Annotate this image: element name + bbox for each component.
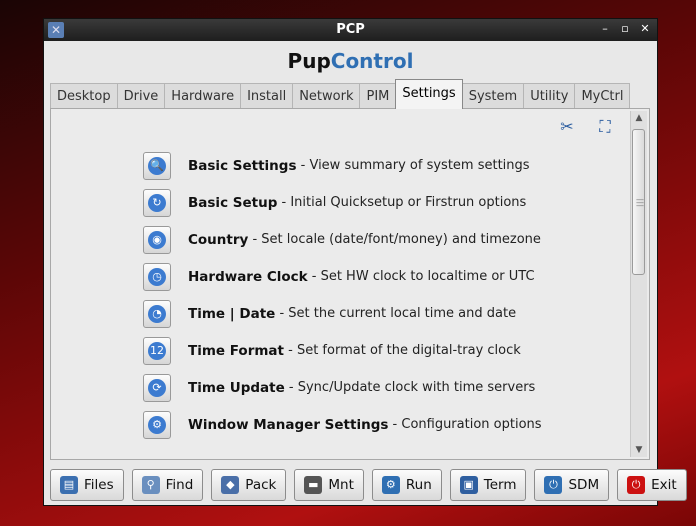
- scroll-thumb[interactable]: — — —: [632, 129, 645, 275]
- exit-button[interactable]: ⏻ Exit: [617, 469, 687, 501]
- window-title: PCP: [336, 22, 365, 37]
- button-label: Mnt: [328, 477, 354, 493]
- button-label: Files: [84, 477, 114, 493]
- list-item: ⚙ Window Manager Settings - Configuration…: [143, 406, 542, 443]
- terminal-icon: ▣: [459, 476, 478, 494]
- item-name: Basic Settings: [188, 157, 297, 174]
- item-button-time-date[interactable]: ◔: [143, 299, 171, 328]
- list-item: 12 Time Format - Set format of the digita…: [143, 332, 542, 369]
- list-item: ◷ Hardware Clock - Set HW clock to localt…: [143, 258, 542, 295]
- mount-icon: ▬: [304, 476, 323, 494]
- item-name: Hardware Clock: [188, 268, 308, 285]
- item-button-window-manager-settings[interactable]: ⚙: [143, 410, 171, 439]
- button-label: Exit: [651, 477, 677, 493]
- item-name: Basic Setup: [188, 194, 278, 211]
- item-button-basic-setup[interactable]: ↻: [143, 188, 171, 217]
- bottom-toolbar: ▤ Files ⚲ Find ◆ Pack ▬ Mnt ⚙ Run ▣ Term ⏻ SDM ⏻ Exit: [50, 469, 687, 501]
- item-name: Country: [188, 231, 249, 248]
- item-button-basic-settings[interactable]: 🔍: [143, 151, 171, 180]
- list-item: ◔ Time | Date - Set the current local tim…: [143, 295, 542, 332]
- button-label: Run: [405, 477, 432, 493]
- item-description: - Set the current local time and date: [275, 306, 517, 321]
- clock-icon: ◷: [148, 267, 166, 286]
- maximize-icon[interactable]: ▫: [619, 22, 631, 36]
- time-sync-icon: ⟳: [148, 378, 166, 397]
- scroll-up-icon[interactable]: ▲: [631, 111, 647, 125]
- files-button[interactable]: ▤ Files: [50, 469, 124, 501]
- tab-bar: Desktop Drive Hardware Install Network PIM Set…: [50, 79, 631, 109]
- pack-icon: ◆: [221, 476, 240, 494]
- item-button-time-format[interactable]: 12: [143, 336, 171, 365]
- list-item: 🔍 Basic Settings - View summary of system…: [143, 147, 542, 184]
- item-description: - Sync/Update clock with time servers: [284, 380, 536, 395]
- find-icon: ⚲: [141, 476, 160, 494]
- page-title: PupControl: [44, 49, 657, 77]
- brand-part2: Control: [330, 49, 414, 73]
- close-icon[interactable]: ✕: [639, 22, 651, 36]
- tab-network[interactable]: Network: [292, 83, 361, 109]
- list-item: ⟳ Time Update - Sync/Update clock with ti…: [143, 369, 542, 406]
- grip-icon: — — —: [636, 195, 644, 210]
- list-item: ◉ Country - Set locale (date/font/money) …: [143, 221, 542, 258]
- digital-12-icon: 12: [148, 341, 166, 360]
- window-gear-icon: ⚙: [148, 415, 166, 434]
- tab-settings[interactable]: Settings: [395, 79, 463, 109]
- button-label: Term: [483, 477, 517, 493]
- list-item: ↻ Basic Setup - Initial Quicksetup or Fir…: [143, 184, 542, 221]
- tab-hardware[interactable]: Hardware: [164, 83, 242, 109]
- item-description: - Set format of the digital-tray clock: [284, 343, 521, 358]
- term-button[interactable]: ▣ Term: [449, 469, 527, 501]
- tab-drive[interactable]: Drive: [116, 83, 166, 109]
- item-button-time-update[interactable]: ⟳: [143, 373, 171, 402]
- exit-icon: ⏻: [627, 476, 646, 494]
- tools-icon[interactable]: ✂: [557, 117, 577, 137]
- run-icon: ⚙: [381, 476, 400, 494]
- button-label: Pack: [245, 477, 277, 493]
- pack-button[interactable]: ◆ Pack: [211, 469, 287, 501]
- magnifier-icon: 🔍: [148, 156, 166, 175]
- item-description: - Initial Quicksetup or Firstrun options: [277, 195, 527, 210]
- item-button-country[interactable]: ◉: [143, 225, 171, 254]
- titlebar[interactable]: ✕ PCP – ▫ ✕: [44, 19, 657, 41]
- item-description: - Set locale (date/font/money) and timez…: [248, 232, 541, 247]
- item-button-hardware-clock[interactable]: ◷: [143, 262, 171, 291]
- sdm-button[interactable]: ⏻ SDM: [534, 469, 610, 501]
- tab-desktop[interactable]: Desktop: [50, 83, 118, 109]
- button-label: SDM: [568, 477, 600, 493]
- find-button[interactable]: ⚲ Find: [131, 469, 204, 501]
- brand-part1: Pup: [287, 49, 331, 73]
- fullscreen-icon[interactable]: ⛶: [595, 117, 615, 137]
- tab-utility[interactable]: Utility: [523, 83, 576, 109]
- tab-myctrl[interactable]: MyCtrl: [574, 83, 631, 109]
- item-name: Time | Date: [188, 305, 276, 322]
- settings-panel: ✂ ⛶ 🔍 Basic Settings - View summary of sy…: [50, 108, 650, 460]
- mnt-button[interactable]: ▬ Mnt: [294, 469, 364, 501]
- pcp-window: ✕ PCP – ▫ ✕ PupControl Desktop Drive Hardw…: [43, 18, 687, 506]
- item-name: Window Manager Settings: [188, 416, 389, 433]
- vertical-scrollbar[interactable]: ▲ — — — ▼: [630, 111, 647, 457]
- settings-list: 🔍 Basic Settings - View summary of system…: [143, 147, 542, 443]
- sdm-icon: ⏻: [544, 476, 563, 494]
- minimize-icon[interactable]: –: [599, 22, 611, 36]
- item-description: - View summary of system settings: [296, 158, 530, 173]
- tab-system[interactable]: System: [461, 83, 525, 109]
- time-date-icon: ◔: [148, 304, 166, 323]
- item-name: Time Format: [188, 342, 284, 359]
- run-button[interactable]: ⚙ Run: [371, 469, 442, 501]
- globe-icon: ◉: [148, 230, 166, 249]
- item-description: - Set HW clock to localtime or UTC: [307, 269, 535, 284]
- item-description: - Configuration options: [388, 417, 542, 432]
- refresh-icon: ↻: [148, 193, 166, 212]
- button-label: Find: [165, 477, 194, 493]
- files-icon: ▤: [60, 476, 78, 494]
- item-name: Time Update: [188, 379, 285, 396]
- tab-pim[interactable]: PIM: [359, 83, 397, 109]
- scroll-down-icon[interactable]: ▼: [631, 443, 647, 457]
- tab-install[interactable]: Install: [240, 83, 294, 109]
